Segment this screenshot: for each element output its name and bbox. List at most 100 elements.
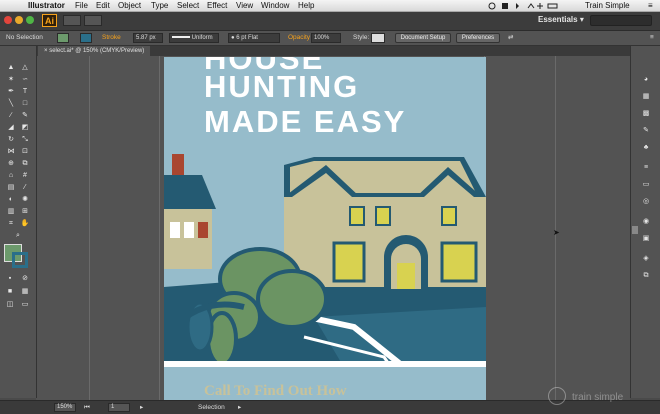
shape-builder-tool-icon[interactable]: ⊕ <box>5 159 17 168</box>
eraser-tool-icon[interactable]: ◩ <box>19 123 31 132</box>
menu-type[interactable]: Type <box>151 0 168 11</box>
artboard[interactable]: HOUSE HUNTING MADE EASY Call To Find Out… <box>164 57 486 401</box>
app-menu-illustrator[interactable]: Illustrator <box>28 0 65 11</box>
type-tool-icon[interactable]: T <box>19 87 31 96</box>
menu-window[interactable]: Window <box>261 0 289 11</box>
fill-color-swatch[interactable] <box>57 33 69 43</box>
zoom-level-field[interactable]: 150% <box>54 403 76 412</box>
brush-definition[interactable]: ● 6 pt Flat <box>228 33 280 43</box>
draw-mode-icon[interactable]: ◫ <box>4 300 16 309</box>
workspace-switcher[interactable]: Essentials ▾ <box>538 15 584 24</box>
perspective-grid-tool-icon[interactable]: ⌂ <box>5 171 17 180</box>
battery-icon <box>547 3 558 9</box>
arrange-documents-icon[interactable] <box>84 15 102 26</box>
next-artboard-icon[interactable]: ▸ <box>140 401 143 414</box>
opacity-field[interactable]: 100% <box>311 33 341 43</box>
control-panel: No Selection Stroke 5.87 px Uniform ● 6 … <box>0 31 660 46</box>
lasso-tool-icon[interactable]: ∽ <box>19 75 31 84</box>
stroke-label[interactable]: Stroke <box>102 31 121 45</box>
pen-tool-icon[interactable]: ✒ <box>5 87 17 96</box>
swatches-panel-icon[interactable]: ▩ <box>641 110 651 118</box>
status-mode-label[interactable]: Selection <box>198 401 225 414</box>
direct-selection-tool-icon[interactable]: △ <box>19 63 31 72</box>
magic-wand-tool-icon[interactable]: ✶ <box>5 75 17 84</box>
pencil-tool-icon[interactable]: ✎ <box>19 111 31 120</box>
selection-status: No Selection <box>6 34 43 41</box>
color-panel-icon[interactable]: ◕ <box>641 76 651 84</box>
default-colors-icon[interactable]: ▪ <box>4 274 16 283</box>
arrange-icon[interactable]: ⇄ <box>508 31 513 45</box>
gradient-tool-icon[interactable]: ▤ <box>5 183 17 192</box>
menu-view[interactable]: View <box>236 0 253 11</box>
transparency-panel-icon[interactable]: ◎ <box>641 198 651 206</box>
artboard-number-field[interactable]: 1 <box>108 403 130 412</box>
menu-effect[interactable]: Effect <box>207 0 227 11</box>
status-icons <box>488 2 558 10</box>
menu-object[interactable]: Object <box>118 0 141 11</box>
blend-tool-icon[interactable]: ◐ <box>5 195 17 204</box>
preferences-button[interactable]: Preferences <box>456 33 500 43</box>
zoom-tool-icon[interactable]: ⌕ <box>12 231 24 240</box>
menu-help[interactable]: Help <box>298 0 314 11</box>
stroke-color-swatch[interactable] <box>80 33 92 43</box>
bridge-icon[interactable] <box>63 15 81 26</box>
rotate-tool-icon[interactable]: ↻ <box>5 135 17 144</box>
scale-tool-icon[interactable]: ⤡ <box>19 135 31 144</box>
artboards-panel-icon[interactable]: ⧉ <box>641 272 651 280</box>
blob-brush-tool-icon[interactable]: ◢ <box>5 123 17 132</box>
zoom-window-button[interactable] <box>26 16 34 24</box>
first-artboard-icon[interactable]: ⏮ <box>84 401 90 414</box>
opacity-label[interactable]: Opacity <box>288 31 310 45</box>
document-tab[interactable]: × select.ai* @ 150% (CMYK/Preview) <box>38 46 151 56</box>
stroke-swatch[interactable] <box>12 252 28 268</box>
no-fill-icon[interactable]: ⊘ <box>19 274 31 283</box>
menu-edit[interactable]: Edit <box>96 0 110 11</box>
close-window-button[interactable] <box>4 16 12 24</box>
document-tab-title: select.ai* @ 150% (CMYK/Preview) <box>49 48 145 54</box>
rectangle-tool-icon[interactable]: □ <box>19 99 31 108</box>
color-mode-icon[interactable]: ■ <box>4 287 16 296</box>
appearance-panel-icon[interactable]: ◉ <box>641 218 651 226</box>
symbols-panel-icon[interactable]: ♣ <box>641 144 651 152</box>
graph-tool-icon[interactable]: ▥ <box>5 207 17 216</box>
brushes-panel-icon[interactable]: ✎ <box>641 127 651 135</box>
variable-width-profile[interactable]: Uniform <box>169 33 219 43</box>
menu-file[interactable]: File <box>75 0 88 11</box>
user-name[interactable]: Train Simple <box>585 0 630 11</box>
gradient-panel-icon[interactable]: ▭ <box>641 181 651 189</box>
mesh-tool-icon[interactable]: # <box>19 171 31 180</box>
stroke-weight-field[interactable]: 5.87 px <box>133 33 163 43</box>
symbol-sprayer-tool-icon[interactable]: ✺ <box>19 195 31 204</box>
vertical-scrollbar-thumb[interactable] <box>632 226 638 234</box>
call-to-action-text: Call To Find Out How <box>204 383 347 399</box>
menubar-list-icon[interactable]: ≡ <box>648 0 653 11</box>
mac-menu-bar: Illustrator File Edit Object Type Select… <box>0 0 660 12</box>
document-setup-button[interactable]: Document Setup <box>395 33 451 43</box>
status-arrow-icon[interactable]: ▸ <box>238 401 241 414</box>
style-label: Style: <box>353 34 370 41</box>
hand-tool-icon[interactable]: ✋ <box>19 219 31 228</box>
close-tab-icon[interactable]: × <box>44 48 48 54</box>
artboard-tool-icon[interactable]: ⊞ <box>19 207 31 216</box>
graphic-style-swatch[interactable] <box>371 33 385 43</box>
layers-panel-icon[interactable]: ◈ <box>641 255 651 263</box>
paintbrush-tool-icon[interactable]: ∕ <box>5 111 17 120</box>
screen-mode-icon[interactable]: ▭ <box>19 300 31 309</box>
search-help-field[interactable] <box>590 15 652 26</box>
dormer-window <box>349 206 365 226</box>
panel-menu-icon[interactable]: ≡ <box>650 31 654 45</box>
color-guide-panel-icon[interactable]: ▦ <box>641 93 651 101</box>
line-tool-icon[interactable]: ╲ <box>5 99 17 108</box>
live-paint-tool-icon[interactable]: ⧉ <box>19 159 31 168</box>
graphic-styles-panel-icon[interactable]: ▣ <box>641 235 651 243</box>
selection-tool-icon[interactable]: ▲ <box>5 63 17 72</box>
free-transform-tool-icon[interactable]: ⊡ <box>19 147 31 156</box>
width-tool-icon[interactable]: ⋈ <box>5 147 17 156</box>
minimize-window-button[interactable] <box>15 16 23 24</box>
slice-tool-icon[interactable]: ⌗ <box>5 219 17 228</box>
eyedropper-tool-icon[interactable]: ⁄ <box>19 183 31 192</box>
menu-select[interactable]: Select <box>177 0 199 11</box>
illustrator-logo: Ai <box>42 14 57 27</box>
stroke-panel-icon[interactable]: ≡ <box>641 164 651 172</box>
gradient-mode-icon[interactable]: ▦ <box>19 287 31 296</box>
